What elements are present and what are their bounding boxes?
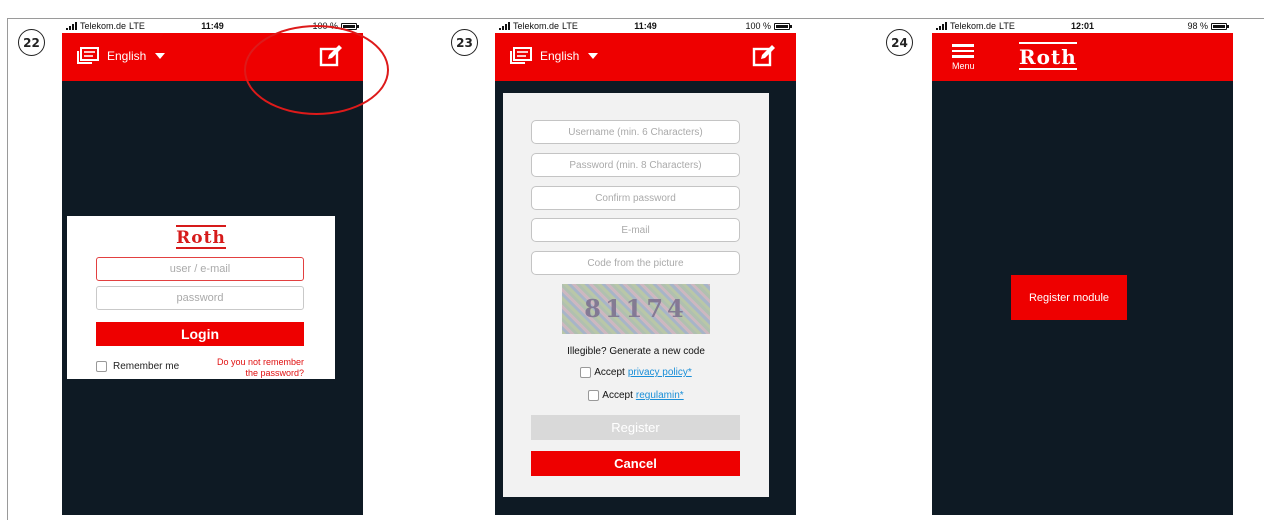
user-email-input[interactable]: user / e-mail <box>96 257 304 281</box>
app-header: Menu Roth <box>932 33 1233 81</box>
step-badge-22: 22 <box>18 29 45 56</box>
password-input[interactable]: password <box>96 286 304 310</box>
highlight-ellipse <box>244 25 389 115</box>
battery-percent: 98 % <box>1187 21 1208 31</box>
language-icon <box>77 47 99 64</box>
status-bar: Telekom.de LTE 11:49 100 % <box>495 19 796 33</box>
email-input[interactable]: E-mail <box>531 218 740 242</box>
remember-checkbox[interactable] <box>96 361 107 372</box>
captcha-code: 81174 <box>584 294 688 323</box>
language-selector[interactable]: English <box>509 46 599 66</box>
remember-label: Remember me <box>113 361 180 372</box>
edit-icon <box>752 45 775 67</box>
battery-icon <box>774 22 792 30</box>
forgot-line-2: the password? <box>245 368 304 378</box>
status-bar: Telekom.de LTE 12:01 98 % <box>932 19 1233 33</box>
login-card: Roth user / e-mail password Login Rememb… <box>67 216 335 379</box>
phone-screen-home: Telekom.de LTE 12:01 98 % Menu Roth Regi… <box>932 19 1233 515</box>
privacy-checkbox[interactable] <box>580 367 592 378</box>
step-badge-23: 23 <box>451 29 478 56</box>
accept-label: Accept <box>594 367 625 378</box>
chevron-down-icon <box>155 53 166 59</box>
register-module-button[interactable]: Register module <box>1011 275 1127 320</box>
hamburger-icon <box>952 44 975 58</box>
regulamin-link[interactable]: regulamin* <box>636 390 684 401</box>
phone-screen-register: Telekom.de LTE 11:49 100 % English Usern… <box>495 19 796 515</box>
step-badge-24: 24 <box>886 29 913 56</box>
username-input[interactable]: Username (min. 6 Characters) <box>531 120 740 144</box>
language-label: English <box>540 49 580 63</box>
captcha-image: 81174 <box>562 284 710 334</box>
generate-new-code-link[interactable]: Illegible? Generate a new code <box>503 346 769 357</box>
accept-privacy-row: Accept privacy policy* <box>503 367 769 378</box>
battery-icon <box>1211 22 1229 30</box>
app-header: English <box>495 33 796 81</box>
roth-logo: Roth <box>176 225 226 249</box>
regulamin-checkbox[interactable] <box>588 390 600 401</box>
accept-label: Accept <box>602 390 633 401</box>
accept-regulamin-row: Accept regulamin* <box>503 390 769 401</box>
menu-button[interactable]: Menu <box>952 41 975 71</box>
login-button[interactable]: Login <box>96 322 304 346</box>
roth-logo: Roth <box>1019 42 1077 70</box>
remember-me[interactable]: Remember me <box>96 361 179 372</box>
register-button[interactable]: Register <box>531 415 740 440</box>
menu-label: Menu <box>952 60 975 71</box>
password-input[interactable]: Password (min. 8 Characters) <box>531 153 740 177</box>
privacy-policy-link[interactable]: privacy policy* <box>628 367 692 378</box>
registration-card: Username (min. 6 Characters) Password (m… <box>503 93 769 497</box>
register-edit-button[interactable] <box>752 44 776 73</box>
captcha-code-input[interactable]: Code from the picture <box>531 251 740 275</box>
language-label: English <box>107 49 147 63</box>
battery-percent: 100 % <box>745 21 771 31</box>
language-icon <box>510 47 532 64</box>
confirm-password-input[interactable]: Confirm password <box>531 186 740 210</box>
language-selector[interactable]: English <box>76 46 166 66</box>
cancel-button[interactable]: Cancel <box>531 451 740 476</box>
frame-left-border <box>7 18 8 520</box>
chevron-down-icon <box>588 53 599 59</box>
forgot-line-1: Do you not remember <box>216 357 304 367</box>
forgot-password-link[interactable]: Do you not remember the password? <box>217 357 304 379</box>
